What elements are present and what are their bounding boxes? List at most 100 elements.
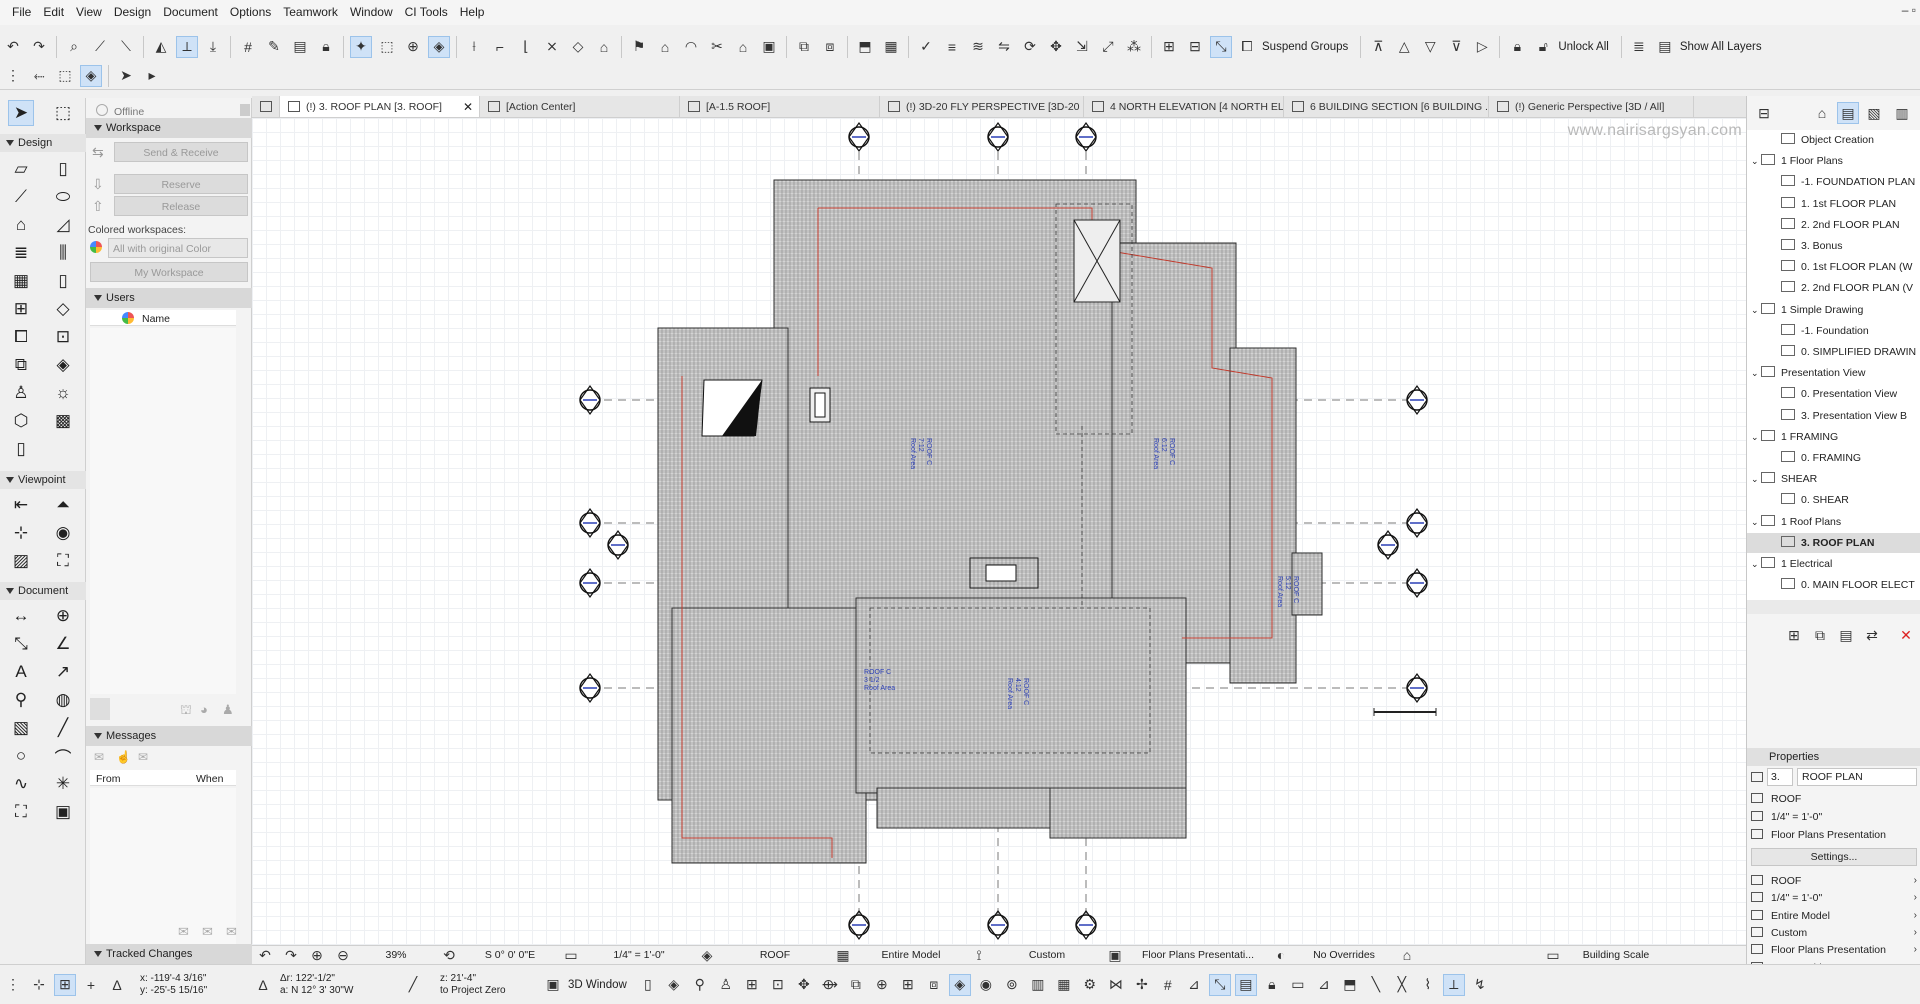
scale-icon[interactable]: ▭ <box>560 946 582 964</box>
pen-icon[interactable]: ✎ <box>263 36 285 58</box>
gravity-icon[interactable]: ⤓ <box>202 36 224 58</box>
expand-chevron-icon[interactable]: ⌄ <box>1751 363 1761 383</box>
view-icon[interactable]: ◈ <box>428 35 450 58</box>
message-icon[interactable]: ✉ <box>94 750 104 764</box>
redo-zoom-icon[interactable]: ↷ <box>280 946 302 964</box>
nav-item[interactable]: 2. 2nd FLOOR PLAN <box>1747 215 1920 235</box>
rotate-view-icon[interactable]: ⟲ <box>438 946 460 964</box>
menu-options[interactable]: Options <box>224 0 277 25</box>
tab-view-3[interactable]: (!) 3D-20 FLY PERSPECTIVE [3D-20 ... <box>880 96 1084 117</box>
layers-stack-icon[interactable]: ≣ <box>1628 36 1650 58</box>
fit-window-icon[interactable]: ⊖ <box>332 946 354 964</box>
reply-icon[interactable]: ✉ <box>178 924 189 940</box>
property-row[interactable]: Entire Model › <box>1751 907 1919 925</box>
project-map-icon[interactable]: ⌂ <box>1811 102 1833 124</box>
detail-tool-icon[interactable]: ▨ <box>8 548 34 574</box>
nav-item[interactable]: 0. FRAMING <box>1747 448 1920 468</box>
mvo-icon[interactable]: ▣ <box>1104 946 1126 964</box>
magic-wand-icon[interactable]: ✦ <box>350 35 372 58</box>
bottom-tool-6-icon[interactable]: ⊡ <box>767 974 789 996</box>
grid-bubble[interactable] <box>1406 672 1428 704</box>
layout-book-icon[interactable]: ▧ <box>1863 102 1885 124</box>
grid-bubble[interactable] <box>1406 567 1428 599</box>
bottom-tool-1-icon[interactable]: ▯ <box>637 974 659 996</box>
lock-icon[interactable]: 🔒︎ <box>315 36 337 58</box>
grid-bubble[interactable] <box>1406 384 1428 416</box>
bottom-tool-10-icon[interactable]: ⊕ <box>871 974 893 996</box>
new-view-icon[interactable]: ⊞ <box>1783 624 1805 646</box>
nav-item[interactable]: 0. SIMPLIFIED DRAWIN <box>1747 342 1920 362</box>
line-tool-icon[interactable]: ╱ <box>50 715 76 741</box>
mirror-icon[interactable]: ⇋ <box>993 36 1015 58</box>
align-icon[interactable]: ≡ <box>941 36 963 58</box>
snap-guides-icon[interactable]: ⟂ <box>176 35 198 58</box>
bottom-tool-19-icon[interactable]: ⋈ <box>1105 974 1127 996</box>
check-icon[interactable]: ✓ <box>915 36 937 58</box>
scale-value[interactable]: 1/4" = 1'-0" <box>584 949 694 961</box>
pen-set-value[interactable]: Custom <box>992 949 1102 961</box>
drawing-tool-icon[interactable]: ▣ <box>50 799 76 825</box>
release-button[interactable]: Release <box>114 196 248 216</box>
expand-chevron-icon[interactable]: ⌄ <box>1751 427 1761 447</box>
nav-item[interactable]: 1. 1st FLOOR PLAN <box>1747 194 1920 214</box>
bottom-tool-4-icon[interactable]: ♙ <box>715 974 737 996</box>
3d-window-button[interactable]: 3D Window <box>568 979 627 991</box>
tab-view-1[interactable]: [Action Center] <box>480 96 680 117</box>
zoom-level[interactable]: 39% <box>356 949 436 961</box>
roof-tool-icon[interactable]: ⌂ <box>8 212 34 238</box>
fill-tool-icon[interactable]: ◍ <box>50 687 76 713</box>
coordinate-icon[interactable]: ⊞ <box>54 973 76 996</box>
door-tool-icon[interactable]: ▯ <box>50 268 76 294</box>
view-id-input[interactable]: 3. <box>1767 768 1793 786</box>
tab-view-4[interactable]: 4 NORTH ELEVATION [4 NORTH EL... <box>1084 96 1284 117</box>
grid-bubble[interactable] <box>1406 507 1428 539</box>
rotated-marquee-icon[interactable]: ◈ <box>80 64 102 87</box>
nav-item[interactable]: Object Creation <box>1747 130 1920 150</box>
offset-icon[interactable]: ◇ <box>567 36 589 58</box>
dimension-icon[interactable]: ▭ <box>1542 946 1564 964</box>
undo-icon[interactable]: ↶ <box>2 36 24 58</box>
roof-tool-icon[interactable]: ⌂ <box>654 36 676 58</box>
grid-bubble[interactable] <box>1075 909 1097 941</box>
angle-dimension-tool-icon[interactable]: ∠ <box>50 631 76 657</box>
messages-from-column[interactable]: From <box>96 773 121 785</box>
mesh-tool-icon[interactable]: ⧉ <box>8 352 34 378</box>
messages-header[interactable]: Messages <box>86 726 252 746</box>
delta-icon[interactable]: Δ <box>106 974 128 996</box>
group-select-icon[interactable]: ⊞ <box>1158 36 1180 58</box>
arrow-up-icon[interactable]: ⊼ <box>1367 36 1389 58</box>
figure-image-tool-icon[interactable]: ⛶ <box>8 799 34 825</box>
toolbox-section-document[interactable]: Document <box>0 582 86 600</box>
section-tool-icon[interactable]: ⇤ <box>8 492 34 518</box>
flag-icon[interactable]: ⚑ <box>628 36 650 58</box>
bottom-tool-28-icon[interactable]: ⬒ <box>1339 974 1361 996</box>
unlock-icon[interactable]: 🔓︎ <box>1532 36 1554 58</box>
nav-item[interactable]: 3. Presentation View B <box>1747 406 1920 426</box>
nav-item[interactable]: 0. SHEAR <box>1747 490 1920 510</box>
nav-item[interactable]: 3. ROOF PLAN <box>1747 532 1920 553</box>
nav-item[interactable]: 0. MAIN FLOOR ELECT <box>1747 575 1920 595</box>
layer-combo-icon[interactable]: ◈ <box>696 946 718 964</box>
bottom-tool-12-icon[interactable]: ⧈ <box>923 974 945 996</box>
grid-bubble[interactable] <box>987 121 1009 153</box>
bottom-tool-7-icon[interactable]: ✥ <box>793 974 815 996</box>
interior-elevation-tool-icon[interactable]: ⊹ <box>8 520 34 546</box>
x-coordinate[interactable]: x: -119'-4 3/16" <box>140 973 250 985</box>
morph-tool-icon[interactable]: ◈ <box>50 352 76 378</box>
beam-tool-icon[interactable]: ⟋ <box>8 184 34 210</box>
grid-bubble[interactable] <box>848 121 870 153</box>
nav-item[interactable]: 2. 2nd FLOOR PLAN (V <box>1747 278 1920 298</box>
bottom-tool-32-icon[interactable]: ⟂ <box>1442 973 1465 996</box>
zoom-in-icon[interactable]: ⊕ <box>306 946 328 964</box>
worksheet-tool-icon[interactable]: ◉ <box>50 520 76 546</box>
spline-tool-icon[interactable]: ∿ <box>8 771 34 797</box>
bottom-tool-29-icon[interactable]: ╲ <box>1365 974 1387 996</box>
bottom-tool-20-icon[interactable]: ✢ <box>1131 974 1153 996</box>
task-icon[interactable]: ✉ <box>138 750 148 764</box>
arrow-select-icon[interactable]: ⬸ <box>28 65 50 87</box>
find-select-icon[interactable]: ⌕ <box>63 36 85 58</box>
mail-icon[interactable]: ✉ <box>202 924 213 940</box>
my-workspace-button[interactable]: My Workspace <box>90 262 248 282</box>
toolbox-section-viewpoint[interactable]: Viewpoint <box>0 471 86 489</box>
bottom-tool-27-icon[interactable]: ⊿ <box>1313 974 1335 996</box>
